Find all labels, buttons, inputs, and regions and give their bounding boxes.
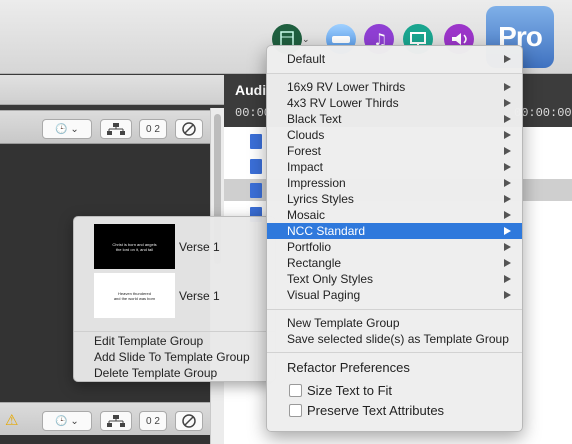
left-panel-header xyxy=(0,75,224,105)
menu-item-label: Impression xyxy=(287,176,346,190)
new-template-group-item[interactable]: New Template Group xyxy=(267,315,522,331)
slide-label: Verse 1 xyxy=(179,240,220,254)
menu-item-template[interactable]: Impact xyxy=(267,159,522,175)
submenu-arrow-icon xyxy=(504,163,511,171)
menu-item-label: Lyrics Styles xyxy=(287,192,354,206)
divider xyxy=(267,352,522,353)
menu-item-label: Forest xyxy=(287,144,322,158)
menu-item-label: Clouds xyxy=(287,128,325,142)
slide-thumbnail[interactable]: Christ is born and angels the lord on it… xyxy=(94,224,175,269)
audio-title: Audi xyxy=(235,82,267,98)
submenu-arrow-icon xyxy=(504,99,511,107)
menu-item-template[interactable]: Rectangle xyxy=(267,255,522,271)
submenu-arrow-icon xyxy=(504,211,511,219)
slide-canvas-bottom xyxy=(0,435,210,444)
refactor-preferences-header: Refactor Preferences xyxy=(287,360,410,375)
template-menu: Default 16x9 RV Lower Thirds 4x3 RV Lower… xyxy=(266,45,523,432)
audio-file-icon[interactable] xyxy=(250,183,262,198)
menu-item-template[interactable]: Black Text xyxy=(267,111,522,127)
menu-item-label: NCC Standard xyxy=(287,224,366,238)
bottom-control-bar: ⚠ 🕒 ⌄ 0 2 xyxy=(0,402,210,436)
layout-button[interactable] xyxy=(100,119,132,139)
slide-thumbnail[interactable]: Heaven thundered and the world was born xyxy=(94,273,175,318)
prohibited-icon xyxy=(182,414,196,428)
template-group-popup: Christ is born and angels the lord on it… xyxy=(73,216,276,382)
submenu-arrow-icon xyxy=(504,115,511,123)
submenu-arrow-icon xyxy=(504,259,511,267)
slide-thumbnail-text: Christ is born and angels the lord on it… xyxy=(112,241,157,252)
submenu-arrow-icon xyxy=(504,243,511,251)
edit-template-group-item[interactable]: Edit Template Group xyxy=(94,334,203,348)
menu-item-template[interactable]: Visual Paging xyxy=(267,287,522,303)
menu-item-template[interactable]: 16x9 RV Lower Thirds xyxy=(267,79,522,95)
warning-icon[interactable]: ⚠ xyxy=(5,411,18,429)
hierarchy-icon xyxy=(107,415,125,427)
divider xyxy=(267,309,522,310)
timer-dropdown-bottom[interactable]: 🕒 ⌄ xyxy=(42,411,92,431)
submenu-arrow-icon xyxy=(504,179,511,187)
chevron-down-icon[interactable]: ⌄ xyxy=(302,34,310,45)
hierarchy-icon xyxy=(107,123,125,135)
menu-item-label: Text Only Styles xyxy=(287,272,374,286)
delete-template-group-item[interactable]: Delete Template Group xyxy=(94,366,217,380)
menu-item-template[interactable]: Forest xyxy=(267,143,522,159)
menu-item-label: 16x9 RV Lower Thirds xyxy=(287,80,406,94)
slide-label: Verse 1 xyxy=(179,289,220,303)
menu-item-template[interactable]: NCC Standard xyxy=(267,223,522,239)
preserve-text-attributes-option[interactable]: Preserve Text Attributes xyxy=(289,403,444,418)
add-slide-to-template-group-item[interactable]: Add Slide To Template Group xyxy=(94,350,250,364)
menu-item-label: Black Text xyxy=(287,112,342,126)
submenu-arrow-icon xyxy=(504,195,511,203)
menu-item-label: Default xyxy=(287,52,326,66)
menu-item-template[interactable]: Mosaic xyxy=(267,207,522,223)
menu-item-label: Visual Paging xyxy=(287,288,361,302)
ratio-button-bottom[interactable]: 0 2 xyxy=(139,411,167,431)
size-text-to-fit-option[interactable]: Size Text to Fit xyxy=(289,383,392,398)
submenu-arrow-icon xyxy=(504,83,511,91)
audio-file-icon[interactable] xyxy=(250,159,262,174)
menu-item-template[interactable]: Portfolio xyxy=(267,239,522,255)
menu-item-label: 4x3 RV Lower Thirds xyxy=(287,96,399,110)
submenu-arrow-icon xyxy=(504,291,511,299)
menu-item-template[interactable]: Clouds xyxy=(267,127,522,143)
menu-item-template[interactable]: Impression xyxy=(267,175,522,191)
menu-item-template[interactable]: Lyrics Styles xyxy=(267,191,522,207)
submenu-arrow-icon xyxy=(504,55,511,63)
menu-item-label: Portfolio xyxy=(287,240,332,254)
menu-item-label: Impact xyxy=(287,160,324,174)
submenu-arrow-icon xyxy=(504,147,511,155)
top-control-bar: 🕒 ⌄ 0 2 xyxy=(0,110,210,144)
preserve-text-checkbox[interactable] xyxy=(289,404,302,417)
slide-thumbnail-text: Heaven thundered and the world was born xyxy=(113,290,156,301)
timer-dropdown[interactable]: 🕒 ⌄ xyxy=(42,119,92,139)
save-selected-slides-item[interactable]: Save selected slide(s) as Template Group xyxy=(267,331,522,347)
size-text-label: Size Text to Fit xyxy=(307,383,393,398)
disable-button-bottom[interactable] xyxy=(175,411,203,431)
submenu-arrow-icon xyxy=(504,275,511,283)
menu-item-label: Rectangle xyxy=(287,256,342,270)
ratio-button[interactable]: 0 2 xyxy=(139,119,167,139)
preserve-text-label: Preserve Text Attributes xyxy=(307,403,445,418)
disable-button[interactable] xyxy=(175,119,203,139)
menu-item-template[interactable]: 4x3 RV Lower Thirds xyxy=(267,95,522,111)
menu-item-template[interactable]: Text Only Styles xyxy=(267,271,522,287)
divider xyxy=(74,331,275,332)
submenu-arrow-icon xyxy=(504,227,511,235)
submenu-arrow-icon xyxy=(504,131,511,139)
size-text-checkbox[interactable] xyxy=(289,384,302,397)
audio-file-icon[interactable] xyxy=(250,134,262,149)
menu-item-label: Mosaic xyxy=(287,208,326,222)
menu-item-default[interactable]: Default xyxy=(267,51,522,67)
prohibited-icon xyxy=(182,122,196,136)
layout-button-bottom[interactable] xyxy=(100,411,132,431)
divider xyxy=(267,73,522,74)
